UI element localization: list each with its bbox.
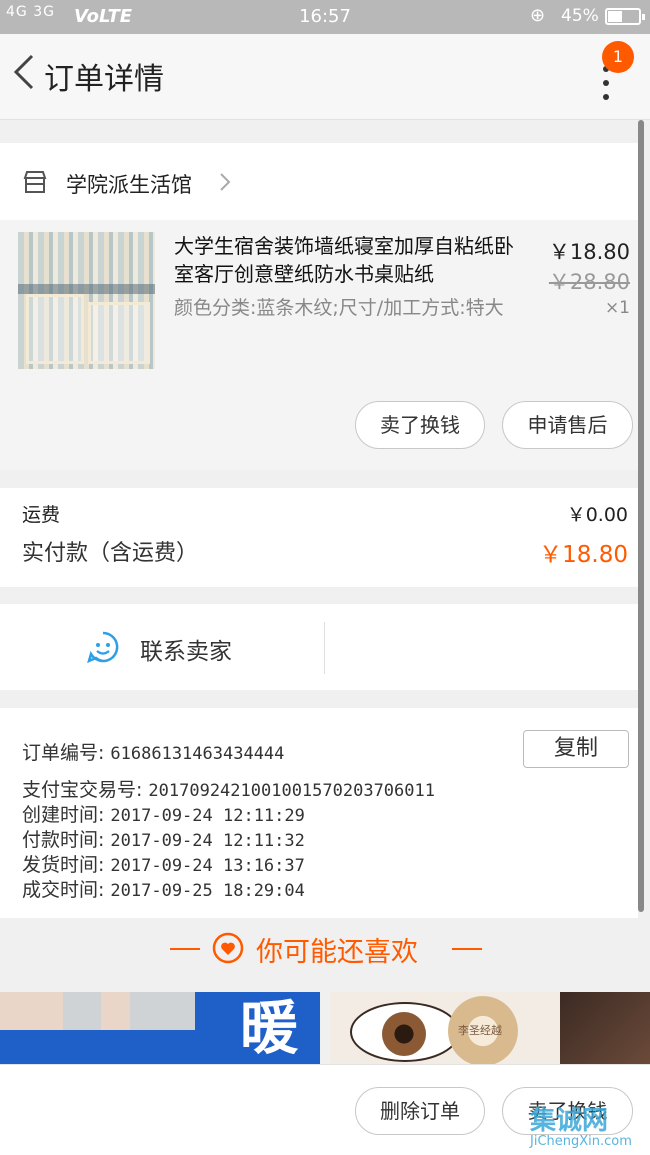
- recommend-banner-right[interactable]: 李圣经越: [330, 992, 650, 1064]
- chat-smile-icon[interactable]: [86, 630, 120, 664]
- recommendations-header: 你可能还喜欢: [0, 918, 650, 980]
- product-price: ￥18.80: [548, 240, 630, 264]
- created-time-row: 创建时间: 2017-09-24 12:11:29: [22, 800, 305, 827]
- recommend-banner-left[interactable]: 暖: [0, 992, 320, 1064]
- paid-amount-label: 实付款（含运费）: [22, 541, 199, 566]
- shipped-time-label: 发货时间:: [22, 854, 105, 876]
- rotation-lock-icon: ⊕: [530, 5, 546, 26]
- product-attributes: 颜色分类:蓝条木纹;尺寸/加工方式:特大: [174, 297, 504, 319]
- order-number-label: 订单编号:: [22, 742, 105, 764]
- completed-time-label: 成交时间:: [22, 879, 105, 901]
- back-arrow-icon[interactable]: [10, 52, 40, 92]
- paid-time-value: 2017-09-24 12:11:32: [110, 831, 305, 851]
- order-number-row: 订单编号: 61686131463434444: [22, 738, 284, 765]
- order-number-value: 61686131463434444: [110, 744, 285, 764]
- notification-badge: 1: [602, 41, 634, 73]
- shop-header[interactable]: 学院派生活馆: [0, 143, 638, 220]
- product-quantity: ×1: [604, 298, 630, 318]
- delete-order-button[interactable]: 删除订单: [355, 1087, 485, 1135]
- clock: 16:57: [299, 6, 351, 27]
- battery-icon: [605, 8, 645, 25]
- heart-icon: [212, 932, 244, 964]
- watermark-url: JiChengXin.com: [530, 1134, 632, 1149]
- recommend-title: 你可能还喜欢: [256, 937, 418, 968]
- banner-left-text: 暖: [240, 994, 299, 1062]
- status-bar: 4G 3G VoLTE 16:57 ⊕ 45%: [0, 0, 650, 34]
- page-title: 订单详情: [44, 62, 164, 97]
- created-time-value: 2017-09-24 12:11:29: [110, 806, 305, 826]
- product-original-price: ￥28.80: [548, 270, 630, 294]
- sell-for-cash-button[interactable]: 卖了换钱: [355, 401, 485, 449]
- product-item[interactable]: 大学生宿舍装饰墙纸寝室加厚自粘纸卧室客厅创意壁纸防水书桌贴纸 颜色分类:蓝条木纹…: [0, 220, 638, 470]
- created-time-label: 创建时间:: [22, 804, 105, 826]
- shipped-time-row: 发货时间: 2017-09-24 13:16:37: [22, 850, 305, 877]
- contact-seller-button[interactable]: 联系卖家: [140, 632, 232, 666]
- after-sales-button[interactable]: 申请售后: [502, 401, 633, 449]
- shipping-value: ￥0.00: [566, 504, 628, 526]
- paid-amount-value: ￥18.80: [539, 542, 628, 568]
- left-dash: [170, 948, 200, 950]
- nav-bar: 订单详情 1: [0, 34, 650, 120]
- alipay-number-row: 支付宝交易号: 2017092421001001570203706011: [22, 775, 435, 802]
- contact-section: 联系卖家: [0, 604, 638, 690]
- shipping-label: 运费: [22, 504, 61, 526]
- paid-time-row: 付款时间: 2017-09-24 12:11:32: [22, 825, 305, 852]
- order-info: 订单编号: 61686131463434444 复制 支付宝交易号: 2017092…: [0, 708, 638, 918]
- completed-time-value: 2017-09-25 18:29:04: [110, 881, 305, 901]
- paid-time-label: 付款时间:: [22, 829, 105, 851]
- shipped-time-value: 2017-09-24 13:16:37: [110, 856, 305, 876]
- copy-button[interactable]: 复制: [523, 730, 629, 768]
- completed-time-row: 成交时间: 2017-09-25 18:29:04: [22, 875, 305, 902]
- watermark: 集诚网 JiChengXin.com: [530, 1108, 632, 1149]
- alipay-number-label: 支付宝交易号:: [22, 779, 143, 801]
- product-title[interactable]: 大学生宿舍装饰墙纸寝室加厚自粘纸卧室客厅创意壁纸防水书桌贴纸: [174, 232, 526, 288]
- product-thumbnail[interactable]: [18, 232, 155, 369]
- payment-summary: 运费 ￥0.00 实付款（含运费） ￥18.80: [0, 488, 638, 587]
- banner-right-text: 李圣经越: [458, 1024, 502, 1037]
- alipay-number-value: 2017092421001001570203706011: [148, 781, 435, 801]
- chevron-right-icon: [220, 173, 231, 191]
- store-icon: [23, 171, 47, 193]
- scrollbar[interactable]: [638, 120, 644, 912]
- battery-percent: 45%: [561, 6, 599, 26]
- right-dash: [452, 948, 482, 950]
- divider: [324, 622, 325, 674]
- shop-name: 学院派生活馆: [66, 173, 192, 197]
- watermark-logo: 集诚网: [530, 1106, 609, 1136]
